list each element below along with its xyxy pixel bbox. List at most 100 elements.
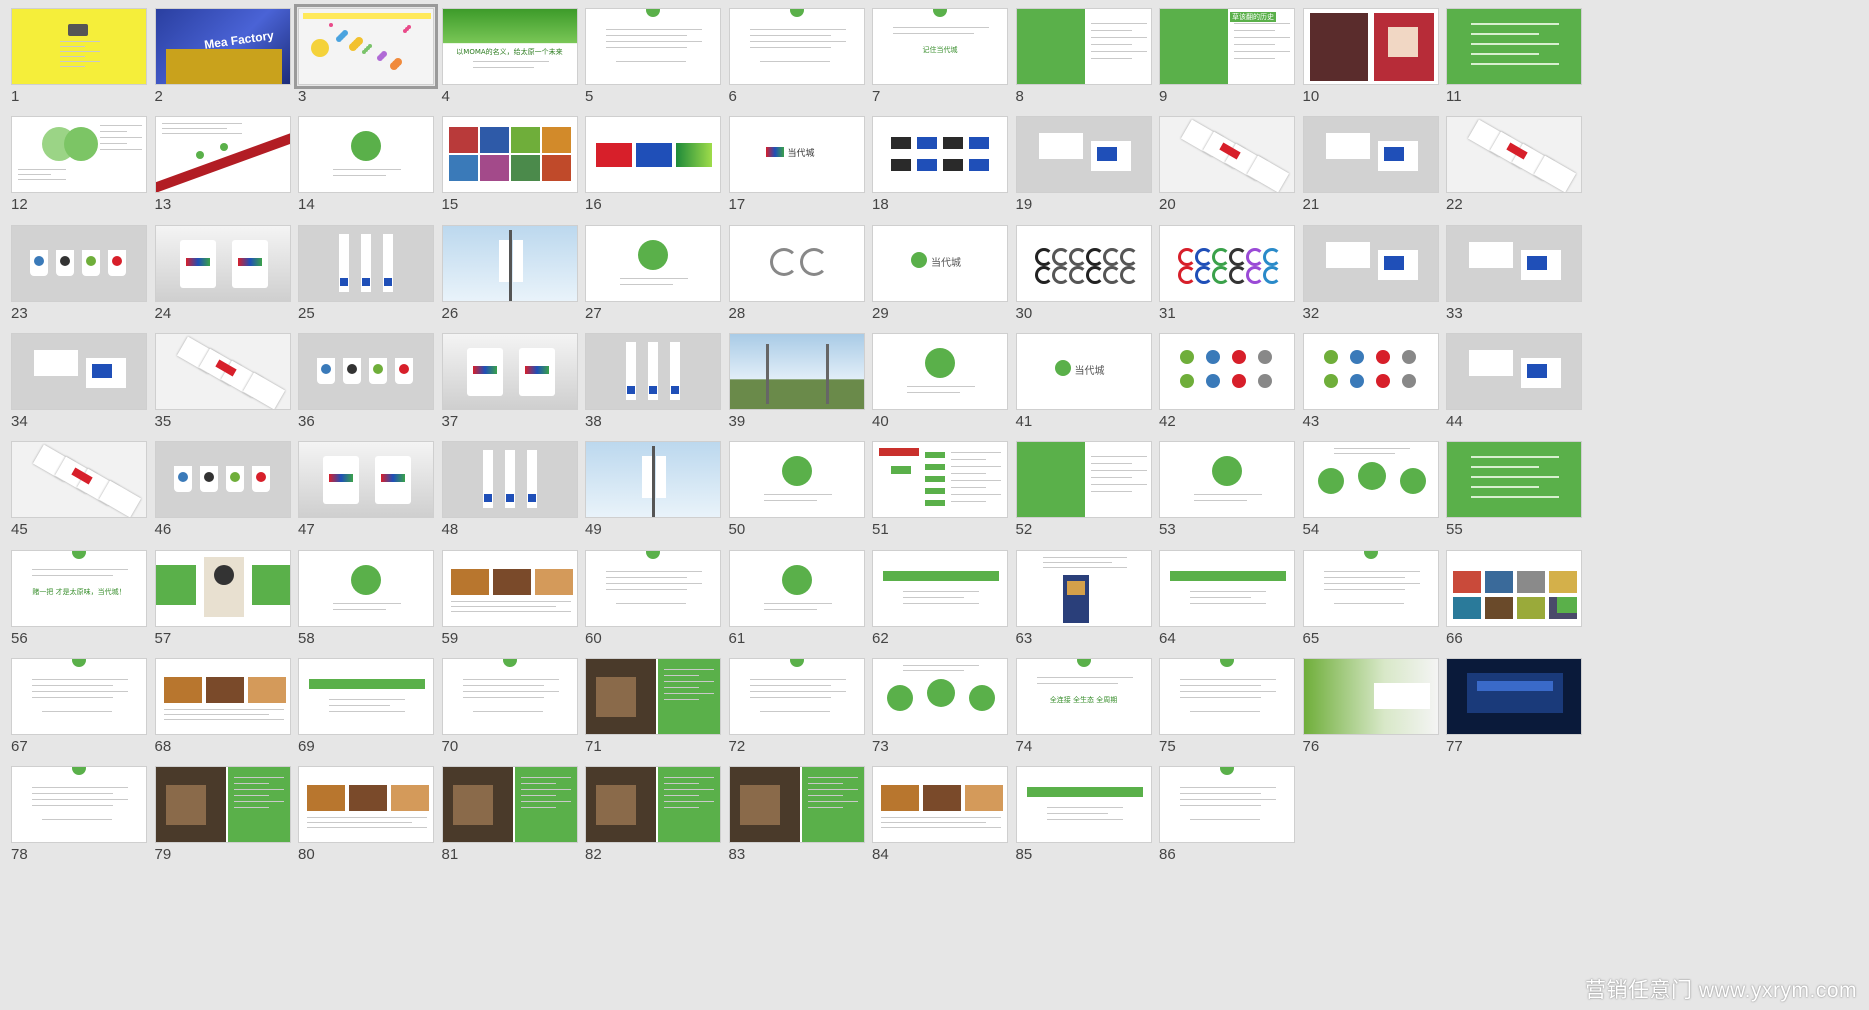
slide-preview[interactable] xyxy=(1015,549,1152,627)
slide-preview[interactable] xyxy=(1302,224,1439,302)
slide-thumbnail-37[interactable]: 37 xyxy=(441,332,578,443)
slide-preview[interactable] xyxy=(872,332,1008,410)
slide-preview[interactable] xyxy=(298,224,434,302)
slide-thumbnail-23[interactable]: 23 xyxy=(11,224,147,335)
slide-preview[interactable] xyxy=(11,332,147,410)
slide-thumbnail-7[interactable]: 记住当代城 7 xyxy=(872,8,1008,118)
slide-preview[interactable] xyxy=(1015,766,1152,844)
slide-preview[interactable] xyxy=(585,766,721,844)
slide-preview[interactable] xyxy=(1302,441,1439,519)
slide-thumbnail-15[interactable]: 15 xyxy=(441,116,578,226)
slide-preview[interactable] xyxy=(585,657,721,735)
slide-preview[interactable]: 当代城 xyxy=(728,116,865,194)
slide-preview[interactable] xyxy=(154,657,291,735)
slide-thumbnail-60[interactable]: 60 xyxy=(585,549,721,660)
slide-thumbnail-80[interactable]: 80 xyxy=(298,766,434,876)
slide-preview[interactable] xyxy=(585,116,721,194)
slide-thumbnail-24[interactable]: 24 xyxy=(154,224,291,335)
slide-preview[interactable]: 当代城 xyxy=(872,224,1008,302)
slide-thumbnail-50[interactable]: 50 xyxy=(728,441,865,551)
slide-thumbnail-12[interactable]: 12 xyxy=(11,116,147,226)
slide-thumbnail-71[interactable]: 71 xyxy=(585,657,721,768)
slide-preview[interactable] xyxy=(872,441,1008,519)
slide-preview[interactable] xyxy=(1446,116,1582,194)
slide-preview[interactable] xyxy=(154,224,291,302)
slide-preview[interactable]: 全连接 全生态 全周期 xyxy=(1015,657,1152,735)
slide-preview[interactable] xyxy=(1015,441,1152,519)
slide-preview[interactable] xyxy=(1015,224,1152,302)
slide-preview[interactable] xyxy=(441,441,578,519)
slide-thumbnail-14[interactable]: 14 xyxy=(298,116,434,226)
slide-thumbnail-54[interactable]: 54 xyxy=(1302,441,1439,551)
slide-preview[interactable] xyxy=(441,657,578,735)
slide-preview[interactable] xyxy=(728,657,865,735)
slide-preview[interactable] xyxy=(154,766,291,844)
slide-thumbnail-16[interactable]: 16 xyxy=(585,116,721,226)
slide-preview[interactable] xyxy=(298,332,434,410)
slide-thumbnail-38[interactable]: 38 xyxy=(585,332,721,443)
slide-thumbnail-49[interactable]: 49 xyxy=(585,441,721,551)
slide-thumbnail-73[interactable]: 73 xyxy=(872,657,1008,768)
slide-preview[interactable] xyxy=(728,549,865,627)
slide-preview[interactable] xyxy=(1446,441,1582,519)
slide-thumbnail-44[interactable]: 44 xyxy=(1446,332,1582,443)
slide-preview[interactable] xyxy=(441,224,578,302)
slide-thumbnail-53[interactable]: 53 xyxy=(1159,441,1295,551)
slide-preview[interactable] xyxy=(11,116,147,194)
slide-preview[interactable] xyxy=(298,549,434,627)
slide-thumbnail-72[interactable]: 72 xyxy=(728,657,865,768)
slide-preview[interactable] xyxy=(154,549,291,627)
slide-preview[interactable] xyxy=(585,332,721,410)
slide-preview[interactable]: 记住当代城 xyxy=(872,8,1008,85)
slide-preview[interactable] xyxy=(872,116,1008,194)
slide-thumbnail-31[interactable]: 31 xyxy=(1159,224,1295,335)
slide-thumbnail-46[interactable]: 46 xyxy=(154,441,291,551)
slide-thumbnail-58[interactable]: 58 xyxy=(298,549,434,660)
slide-thumbnail-9[interactable]: 草该翻的历史 9 xyxy=(1159,8,1295,118)
slide-preview[interactable]: Mea Factory xyxy=(154,8,291,85)
slide-thumbnail-66[interactable]: 66 xyxy=(1446,549,1582,660)
slide-thumbnail-43[interactable]: 43 xyxy=(1302,332,1439,443)
slide-preview[interactable] xyxy=(1302,657,1439,735)
slide-preview[interactable] xyxy=(1159,441,1295,519)
slide-thumbnail-67[interactable]: 67 xyxy=(11,657,147,768)
slide-thumbnail-61[interactable]: 61 xyxy=(728,549,865,660)
slide-thumbnail-83[interactable]: 83 xyxy=(728,766,865,876)
slide-thumbnail-34[interactable]: 34 xyxy=(11,332,147,443)
slide-thumbnail-10[interactable]: 10 xyxy=(1302,8,1439,118)
slide-preview[interactable] xyxy=(872,657,1008,735)
slide-thumbnail-74[interactable]: 全连接 全生态 全周期 74 xyxy=(1015,657,1152,768)
slide-thumbnail-78[interactable]: 78 xyxy=(11,766,147,876)
slide-preview[interactable] xyxy=(1446,549,1582,627)
slide-preview[interactable] xyxy=(728,766,865,844)
slide-preview[interactable] xyxy=(1159,657,1295,735)
slide-preview[interactable] xyxy=(1015,116,1152,194)
slide-preview[interactable] xyxy=(298,441,434,519)
slide-preview[interactable]: 当代城 xyxy=(1015,332,1152,410)
slide-thumbnail-19[interactable]: 19 xyxy=(1015,116,1152,226)
slide-thumbnail-3[interactable]: 3 xyxy=(294,4,438,118)
slide-preview[interactable] xyxy=(441,766,578,844)
slide-preview[interactable] xyxy=(728,224,865,302)
slide-thumbnail-36[interactable]: 36 xyxy=(298,332,434,443)
slide-thumbnail-1[interactable]: 1 xyxy=(11,8,147,118)
slide-thumbnail-57[interactable]: 57 xyxy=(154,549,291,660)
slide-preview[interactable]: 草该翻的历史 xyxy=(1159,8,1295,85)
slide-thumbnail-27[interactable]: 27 xyxy=(585,224,721,335)
slide-preview[interactable] xyxy=(872,766,1008,844)
slide-thumbnail-41[interactable]: 当代城 41 xyxy=(1015,332,1152,443)
slide-thumbnail-79[interactable]: 79 xyxy=(154,766,291,876)
slide-thumbnail-2[interactable]: Mea Factory 2 xyxy=(154,8,291,118)
slide-thumbnail-26[interactable]: 26 xyxy=(441,224,578,335)
slide-preview[interactable] xyxy=(441,116,578,194)
slide-preview[interactable] xyxy=(154,332,291,410)
slide-preview[interactable] xyxy=(154,116,291,194)
slide-preview[interactable] xyxy=(11,657,147,735)
slide-preview[interactable] xyxy=(294,4,438,89)
slide-thumbnail-32[interactable]: 32 xyxy=(1302,224,1439,335)
slide-thumbnail-63[interactable]: 63 xyxy=(1015,549,1152,660)
slide-preview[interactable] xyxy=(1159,332,1295,410)
slide-preview[interactable] xyxy=(728,441,865,519)
slide-preview[interactable] xyxy=(1302,549,1439,627)
slide-thumbnail-28[interactable]: 28 xyxy=(728,224,865,335)
